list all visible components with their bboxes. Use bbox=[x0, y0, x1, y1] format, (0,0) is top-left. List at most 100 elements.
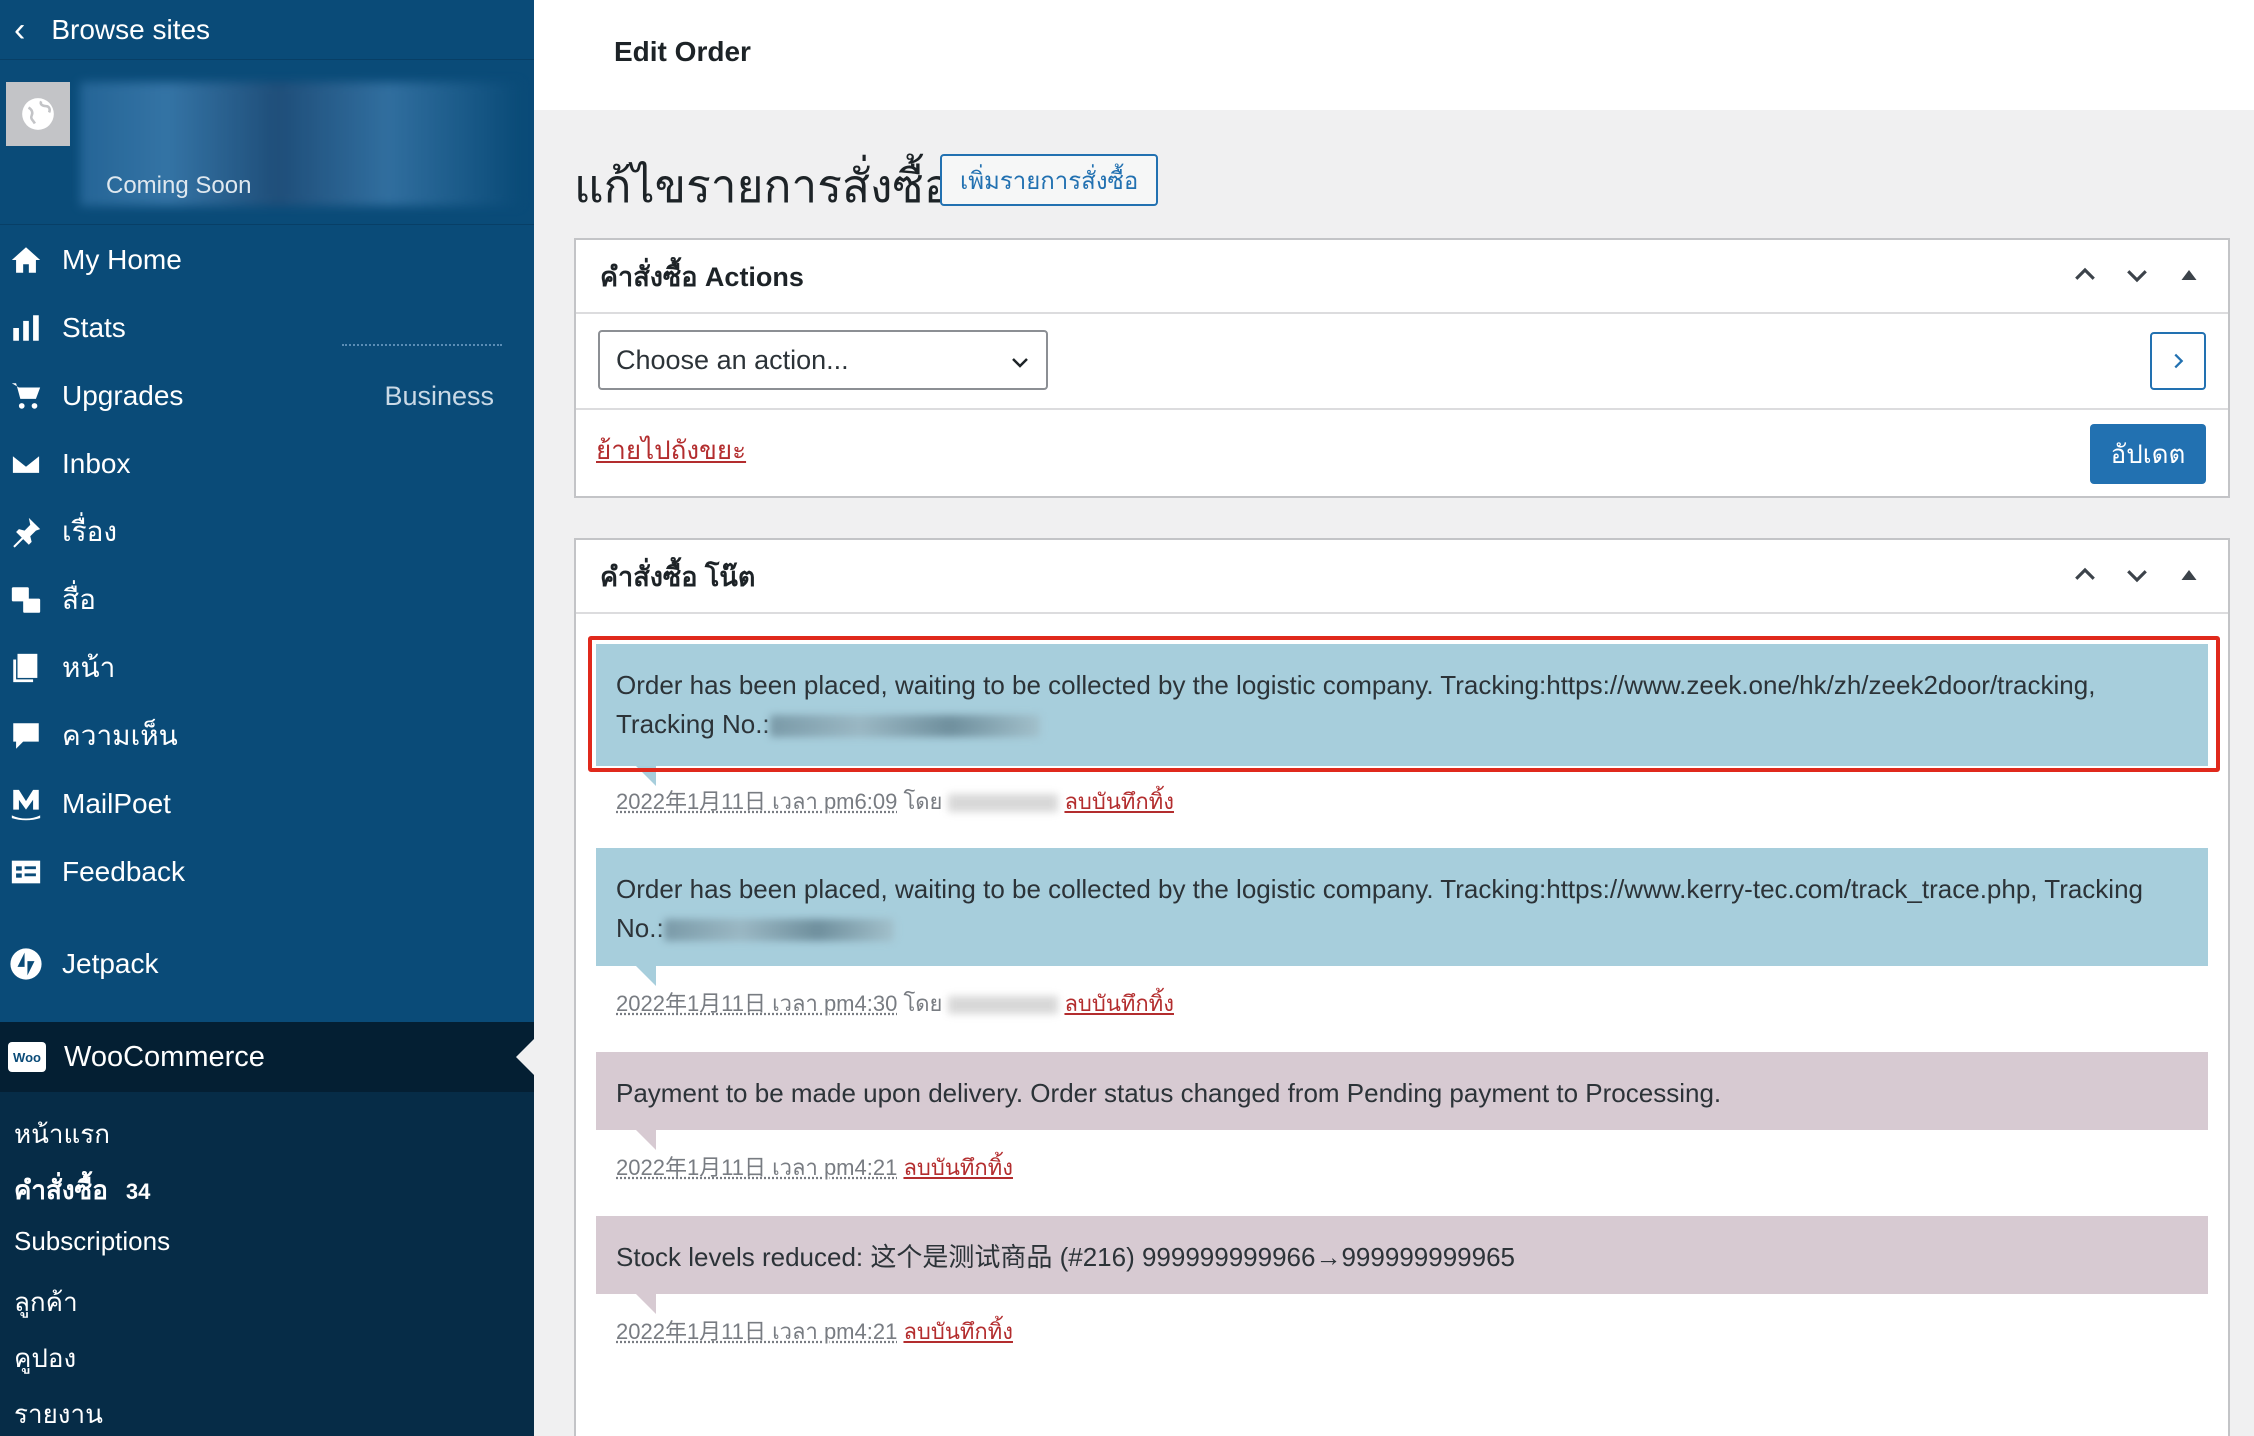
pin-icon bbox=[8, 514, 44, 550]
note-meta: 2022年1月11日 เวลา pm4:21 ลบบันทึกทิ้ง bbox=[616, 1150, 1013, 1185]
chevron-right-icon bbox=[2174, 353, 2184, 369]
mailpoet-icon bbox=[8, 786, 44, 822]
note-by: โดย bbox=[903, 991, 943, 1016]
chevron-down-icon bbox=[1012, 358, 1028, 368]
redacted-author bbox=[948, 996, 1059, 1015]
sidebar-item-mailpoet[interactable]: MailPoet bbox=[0, 774, 534, 834]
sidebar-item-inbox[interactable]: Inbox bbox=[0, 434, 534, 494]
sidebar-item-label: ความเห็น bbox=[62, 720, 178, 751]
submenu-item-orders[interactable]: คำสั่งซื้อ 34 bbox=[14, 1170, 150, 1211]
woocommerce-icon: Woo bbox=[8, 1042, 46, 1072]
add-order-button[interactable]: เพิ่มรายการสั่งซื้อ bbox=[940, 154, 1159, 206]
chevron-up-icon[interactable] bbox=[2068, 558, 2102, 592]
move-to-trash-link[interactable]: ย้ายไปถังขยะ bbox=[596, 430, 746, 471]
note-tail bbox=[636, 1130, 656, 1150]
browse-sites-link[interactable]: ‹ Browse sites bbox=[0, 0, 534, 60]
apply-action-button[interactable] bbox=[2150, 332, 2206, 390]
home-icon bbox=[8, 242, 44, 278]
top-bar: Edit Order bbox=[534, 0, 2254, 110]
note-meta: 2022年1月11日 เวลา pm4:21 ลบบันทึกทิ้ง bbox=[616, 1314, 1013, 1349]
site-status: Coming Soon bbox=[106, 172, 252, 199]
order-note: Stock levels reduced: 这个是测试商品 (#216) 999… bbox=[596, 1216, 2208, 1314]
page-icon bbox=[8, 650, 44, 686]
sidebar-item-comments[interactable]: ความเห็น bbox=[0, 706, 534, 766]
active-caret bbox=[516, 1039, 534, 1075]
note-by: โดย bbox=[903, 789, 943, 814]
submenu-item-coupons[interactable]: คูปอง bbox=[14, 1338, 76, 1379]
chevron-down-icon[interactable] bbox=[2120, 258, 2154, 292]
cart-icon bbox=[8, 378, 44, 414]
sidebar-item-media[interactable]: สื่อ bbox=[0, 570, 534, 630]
site-card[interactable] bbox=[0, 60, 534, 225]
note-text: Payment to be made upon delivery. Order … bbox=[616, 1078, 1722, 1108]
note-tail bbox=[636, 966, 656, 986]
delete-note-link[interactable]: ลบบันทึกทิ้ง bbox=[1064, 789, 1174, 814]
chevron-down-icon[interactable] bbox=[2120, 558, 2154, 592]
delete-note-link[interactable]: ลบบันทึกทิ้ง bbox=[1064, 991, 1174, 1016]
update-button[interactable]: อัปเดต bbox=[2090, 424, 2206, 484]
collapse-toggle-icon[interactable] bbox=[2172, 258, 2206, 292]
panel-title: คำสั่งซื้อ Actions bbox=[600, 261, 804, 292]
globe-icon bbox=[6, 82, 70, 146]
panel-header: คำสั่งซื้อ Actions bbox=[576, 240, 2228, 314]
note-date: 2022年1月11日 เวลา pm4:30 bbox=[616, 991, 898, 1016]
submenu-item-customers[interactable]: ลูกค้า bbox=[14, 1282, 78, 1323]
note-tail bbox=[636, 1294, 656, 1314]
note-meta: 2022年1月11日 เวลา pm4:30 โดย ลบบันทึกทิ้ง bbox=[616, 986, 1174, 1021]
sidebar-item-label: My Home bbox=[62, 244, 182, 275]
sidebar-item-label: MailPoet bbox=[62, 788, 171, 819]
order-note: Order has been placed, waiting to be col… bbox=[596, 848, 2208, 986]
mail-icon bbox=[8, 446, 44, 482]
plan-badge: Business bbox=[384, 380, 494, 411]
submenu-item-reports[interactable]: รายงาน bbox=[14, 1394, 103, 1435]
divider bbox=[576, 408, 2228, 410]
sidebar-item-label: Feedback bbox=[62, 856, 185, 887]
redacted-tracking-number bbox=[663, 919, 894, 942]
sidebar-item-my-home[interactable]: My Home bbox=[0, 230, 534, 290]
order-action-select[interactable]: Choose an action... bbox=[598, 330, 1048, 390]
sidebar-item-stats[interactable]: Stats bbox=[0, 298, 534, 358]
panel-header: คำสั่งซื้อ โน๊ต bbox=[576, 540, 2228, 614]
selected-action: Choose an action... bbox=[616, 344, 849, 375]
comment-icon bbox=[8, 718, 44, 754]
sidebar: ‹ Browse sites Coming Soon My Home Stats… bbox=[0, 0, 534, 1436]
submenu-item-home[interactable]: หน้าแรก bbox=[14, 1114, 110, 1155]
topbar-title: Edit Order bbox=[614, 36, 751, 67]
sidebar-item-upgrades[interactable]: Upgrades Business bbox=[0, 366, 534, 426]
note-text: Stock levels reduced: 这个是测试商品 (#216) 999… bbox=[616, 1242, 1515, 1272]
note-date: 2022年1月11日 เวลา pm4:21 bbox=[616, 1155, 898, 1180]
sidebar-item-label: เรื่อง bbox=[62, 516, 118, 547]
sidebar-item-label: Jetpack bbox=[62, 948, 159, 979]
sidebar-item-label: หน้า bbox=[62, 652, 116, 683]
submenu-item-subscriptions[interactable]: Subscriptions bbox=[14, 1226, 170, 1257]
sidebar-item-feedback[interactable]: Feedback bbox=[0, 842, 534, 902]
highlight-box bbox=[588, 636, 2220, 772]
note-meta: 2022年1月11日 เวลา pm6:09 โดย ลบบันทึกทิ้ง bbox=[616, 784, 1174, 819]
panel-title: คำสั่งซื้อ โน๊ต bbox=[600, 561, 756, 592]
note-date: 2022年1月11日 เวลา pm6:09 bbox=[616, 789, 898, 814]
media-icon bbox=[8, 582, 44, 618]
chevron-left-icon: ‹ bbox=[14, 10, 26, 49]
woocommerce-submenu: หน้าแรก คำสั่งซื้อ 34 Subscriptions ลูกค้… bbox=[0, 1092, 534, 1436]
sidebar-item-label: สื่อ bbox=[62, 584, 96, 615]
divider bbox=[342, 344, 502, 346]
page-title: แก้ไขรายการสั่งซื้อ bbox=[574, 160, 952, 212]
browse-sites-label: Browse sites bbox=[51, 13, 211, 45]
sidebar-item-label: Inbox bbox=[62, 448, 131, 479]
collapse-toggle-icon[interactable] bbox=[2172, 558, 2206, 592]
jetpack-icon bbox=[8, 946, 44, 982]
orders-count-badge: 34 bbox=[125, 1179, 151, 1204]
delete-note-link[interactable]: ลบบันทึกทิ้ง bbox=[903, 1155, 1013, 1180]
sidebar-item-label: Upgrades bbox=[62, 380, 184, 411]
sidebar-item-pages[interactable]: หน้า bbox=[0, 638, 534, 698]
note-date: 2022年1月11日 เวลา pm4:21 bbox=[616, 1319, 898, 1344]
delete-note-link[interactable]: ลบบันทึกทิ้ง bbox=[903, 1319, 1013, 1344]
sidebar-item-label: WooCommerce bbox=[64, 1040, 265, 1073]
sidebar-item-woocommerce[interactable]: Woo WooCommerce bbox=[0, 1022, 534, 1092]
order-actions-panel: คำสั่งซื้อ Actions Choose an action... ย… bbox=[574, 238, 2230, 498]
sidebar-item-posts[interactable]: เรื่อง bbox=[0, 502, 534, 562]
stats-icon bbox=[8, 310, 44, 346]
sidebar-item-jetpack[interactable]: Jetpack bbox=[0, 934, 534, 994]
chevron-up-icon[interactable] bbox=[2068, 258, 2102, 292]
redacted-author bbox=[948, 794, 1059, 813]
